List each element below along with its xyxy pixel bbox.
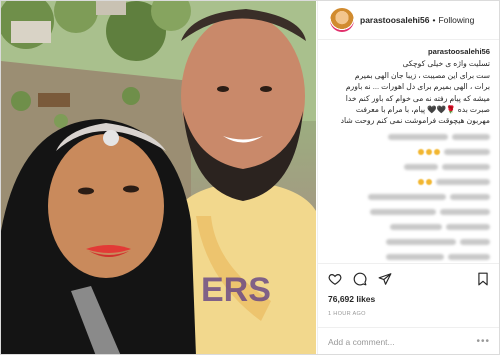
post-header: parastoosalehi56 • Following: [318, 1, 499, 40]
more-options-icon[interactable]: •••: [476, 336, 490, 347]
bookmark-icon[interactable]: [476, 272, 490, 286]
blurred-comment: [330, 238, 490, 247]
blurred-comment: [330, 253, 490, 262]
instagram-post: ERS parastoosalehi56 • Following parasto…: [0, 0, 500, 355]
username-link[interactable]: parastoosalehi56: [360, 15, 429, 25]
caption-line: تسلیت واژه ی خیلی کوچکی: [402, 59, 490, 69]
post-caption: parastoosalehi56 تسلیت واژه ی خیلی کوچکی…: [330, 46, 490, 127]
blurred-comment: [330, 178, 490, 187]
comments-section[interactable]: parastoosalehi56 تسلیت واژه ی خیلی کوچکی…: [318, 40, 499, 262]
blurred-comment: [330, 133, 490, 142]
caption-line: ست برای این مصیبت ، زیبا جان الهی بمیرم: [354, 70, 490, 80]
photo-illustration: ERS: [1, 1, 316, 354]
following-button[interactable]: Following: [438, 15, 474, 25]
caption-line: برات ، الهی بمیرم برای دل اهورات ... نه …: [345, 82, 490, 92]
post-actions-bar: [318, 263, 499, 294]
caption-username[interactable]: parastoosalehi56: [330, 46, 490, 57]
caption-line: میشه که پیام رفته نه می خوام که باور کنم…: [345, 93, 490, 103]
post-side-panel: parastoosalehi56 • Following parastoosal…: [317, 1, 499, 354]
share-plane-icon[interactable]: [378, 272, 392, 286]
add-comment-bar: Add a comment... •••: [318, 327, 499, 354]
post-photo[interactable]: ERS: [1, 1, 316, 354]
caption-line: مهربون هیچوقت فراموشت نمی کنم روحت شاد: [340, 116, 490, 126]
likes-count[interactable]: 76,692 likes: [328, 294, 375, 304]
comment-bubble-icon[interactable]: [353, 272, 367, 286]
blurred-comment: [330, 193, 490, 202]
blurred-comment: [330, 223, 490, 232]
profile-avatar[interactable]: [330, 8, 354, 32]
blurred-comment: [330, 163, 490, 172]
separator-dot: •: [432, 15, 436, 25]
comment-input[interactable]: Add a comment...: [328, 337, 395, 347]
blurred-comment: [330, 148, 490, 157]
heart-icon[interactable]: [328, 272, 342, 286]
blurred-comment: [330, 208, 490, 217]
caption-line: صبرت بده 🌹🖤🖤 پیام، با مرام با معرفت: [355, 105, 490, 115]
svg-text:ERS: ERS: [201, 271, 271, 309]
post-timestamp: 1 HOUR AGO: [328, 311, 366, 317]
